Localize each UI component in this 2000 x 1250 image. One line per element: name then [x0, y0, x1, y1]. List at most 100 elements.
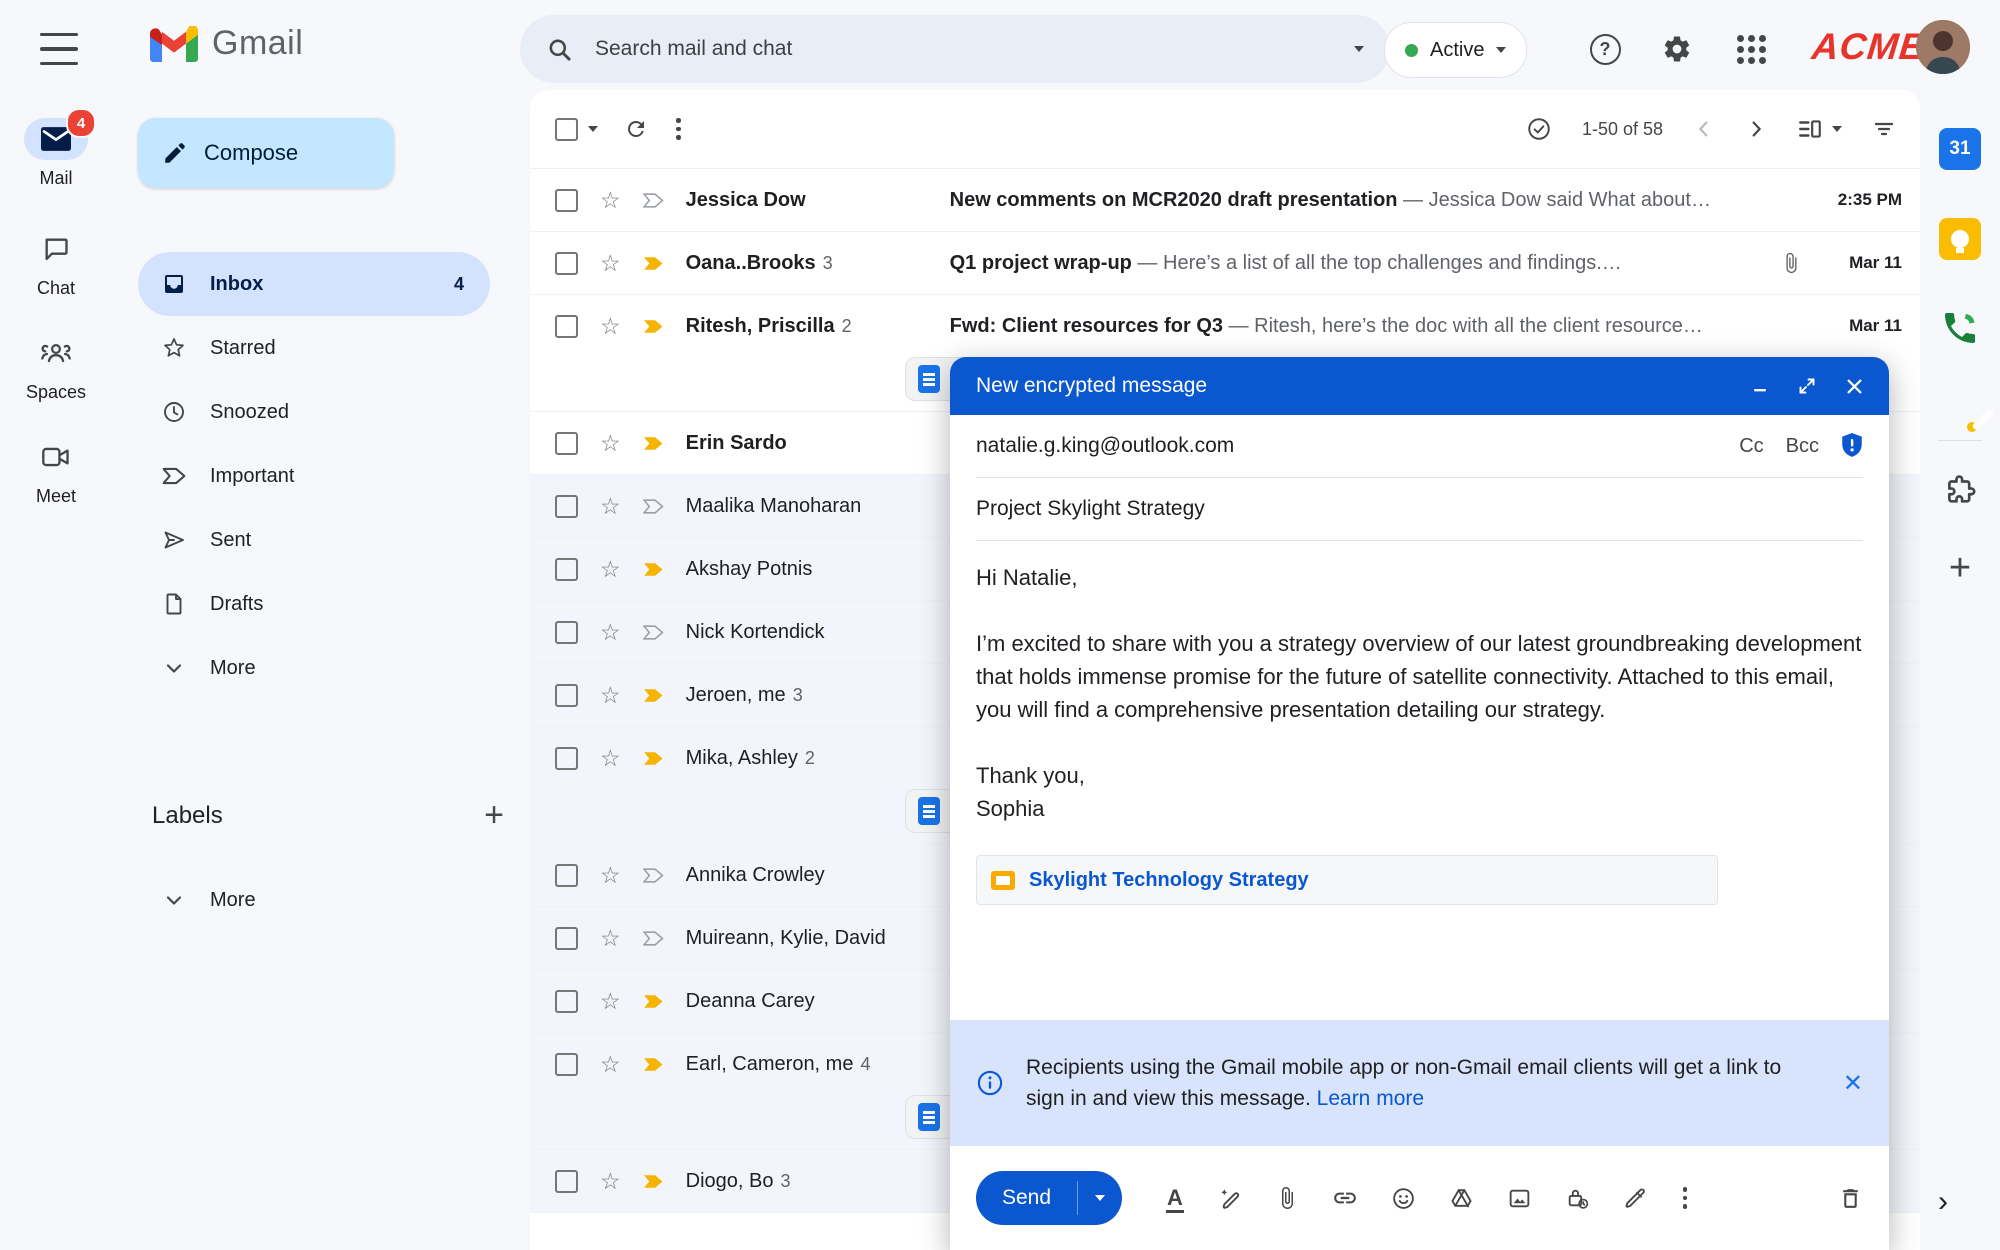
star-icon[interactable]: ☆	[600, 864, 621, 887]
importance-marker-icon[interactable]	[643, 319, 664, 334]
rail-item-spaces[interactable]: Spaces	[0, 332, 112, 403]
select-all-checkbox[interactable]	[555, 118, 578, 141]
refresh-icon[interactable]	[624, 117, 648, 141]
help-me-write-icon[interactable]	[1217, 1186, 1242, 1211]
add-panel-plus-icon[interactable]: +	[1949, 547, 1971, 590]
importance-marker-icon[interactable]	[643, 1174, 664, 1189]
row-checkbox[interactable]	[555, 432, 578, 455]
row-checkbox[interactable]	[555, 990, 578, 1013]
row-checkbox[interactable]	[555, 621, 578, 644]
star-icon[interactable]: ☆	[600, 558, 621, 581]
help-icon[interactable]: ?	[1588, 32, 1622, 66]
insert-link-icon[interactable]	[1332, 1185, 1358, 1211]
sidebar-item-starred[interactable]: Starred	[138, 316, 490, 380]
select-caret-icon[interactable]	[588, 126, 598, 132]
sidebar-item-more[interactable]: More	[138, 636, 490, 700]
star-icon[interactable]: ☆	[600, 990, 621, 1013]
rail-item-meet[interactable]: Meet	[0, 436, 112, 507]
more-options-icon[interactable]	[674, 116, 683, 142]
subject-field[interactable]: Project Skylight Strategy	[976, 497, 1863, 521]
learn-more-link[interactable]: Learn more	[1317, 1087, 1424, 1110]
importance-marker-icon[interactable]	[643, 256, 664, 271]
to-field[interactable]: natalie.g.king@outlook.com	[976, 434, 1739, 458]
filter-icon[interactable]	[1872, 117, 1896, 141]
star-icon[interactable]: ☆	[600, 927, 621, 950]
apps-grid-icon[interactable]	[1734, 32, 1768, 66]
row-checkbox[interactable]	[555, 315, 578, 338]
voice-icon[interactable]	[1940, 308, 1980, 348]
search-options-caret-icon[interactable]	[1354, 46, 1364, 52]
row-checkbox[interactable]	[555, 1053, 578, 1076]
email-row[interactable]: ☆ Jessica Dow New comments on MCR2020 dr…	[530, 169, 1920, 232]
row-checkbox[interactable]	[555, 495, 578, 518]
discard-draft-trash-icon[interactable]	[1838, 1186, 1863, 1211]
create-label-plus-icon[interactable]: +	[484, 796, 504, 835]
row-checkbox[interactable]	[555, 684, 578, 707]
compose-body[interactable]: Hi Natalie, I’m excited to share with yo…	[950, 541, 1889, 1020]
star-icon[interactable]: ☆	[600, 1170, 621, 1193]
star-icon[interactable]: ☆	[600, 189, 621, 212]
importance-marker-icon[interactable]	[643, 436, 664, 451]
split-pane-toggle[interactable]	[1797, 116, 1842, 142]
settings-gear-icon[interactable]	[1660, 32, 1694, 66]
open-in-full-icon[interactable]	[1798, 377, 1816, 395]
attach-file-icon[interactable]	[1275, 1186, 1299, 1210]
send-options-caret-icon[interactable]	[1078, 1171, 1122, 1225]
subject-row[interactable]: Project Skylight Strategy	[976, 478, 1863, 541]
cc-button[interactable]: Cc	[1739, 435, 1763, 458]
labels-more[interactable]: More	[138, 868, 490, 932]
star-icon[interactable]: ☆	[600, 495, 621, 518]
insert-photo-icon[interactable]	[1507, 1186, 1532, 1211]
insert-from-drive-icon[interactable]	[1449, 1186, 1474, 1211]
importance-marker-icon[interactable]	[643, 931, 664, 946]
close-icon[interactable]	[1846, 378, 1863, 395]
schedule-check-icon[interactable]	[1526, 116, 1552, 142]
importance-marker-icon[interactable]	[643, 994, 664, 1009]
hamburger-menu-icon[interactable]	[40, 30, 78, 68]
search-input[interactable]: Search mail and chat	[595, 37, 1332, 61]
rail-item-mail[interactable]: 4 Mail	[0, 118, 112, 189]
compose-header[interactable]: New encrypted message	[950, 357, 1889, 415]
importance-marker-icon[interactable]	[643, 193, 664, 208]
row-checkbox[interactable]	[555, 558, 578, 581]
importance-marker-icon[interactable]	[643, 751, 664, 766]
sidebar-item-sent[interactable]: Sent	[138, 508, 490, 572]
star-icon[interactable]: ☆	[600, 684, 621, 707]
compose-attachment-chip[interactable]: Skylight Technology Strategy	[976, 855, 1718, 905]
calendar-icon[interactable]: 31	[1939, 128, 1981, 170]
row-checkbox[interactable]	[555, 864, 578, 887]
star-icon[interactable]: ☆	[600, 621, 621, 644]
formatting-options-icon[interactable]: A	[1166, 1186, 1184, 1210]
row-checkbox[interactable]	[555, 927, 578, 950]
minimize-icon[interactable]	[1752, 378, 1768, 394]
row-checkbox[interactable]	[555, 747, 578, 770]
sidebar-item-drafts[interactable]: Drafts	[138, 572, 490, 636]
star-icon[interactable]: ☆	[600, 252, 621, 275]
sidebar-item-inbox[interactable]: Inbox 4	[138, 252, 490, 316]
confidential-mode-icon[interactable]	[1565, 1186, 1590, 1211]
send-button[interactable]: Send	[976, 1171, 1122, 1225]
row-checkbox[interactable]	[555, 1170, 578, 1193]
sidebar-item-snoozed[interactable]: Snoozed	[138, 380, 490, 444]
star-icon[interactable]: ☆	[600, 432, 621, 455]
row-checkbox[interactable]	[555, 252, 578, 275]
email-row[interactable]: ☆ Oana..Brooks3 Q1 project wrap-up — Her…	[530, 232, 1920, 295]
importance-marker-icon[interactable]	[643, 499, 664, 514]
status-selector[interactable]: Active	[1384, 22, 1527, 78]
search-bar[interactable]: Search mail and chat	[520, 15, 1390, 83]
keep-icon[interactable]	[1939, 218, 1981, 260]
rail-item-chat[interactable]: Chat	[0, 228, 112, 299]
sidebar-item-important[interactable]: Important	[138, 444, 490, 508]
importance-marker-icon[interactable]	[643, 868, 664, 883]
importance-marker-icon[interactable]	[643, 625, 664, 640]
banner-close-icon[interactable]: ✕	[1843, 1069, 1863, 1098]
row-checkbox[interactable]	[555, 189, 578, 212]
compose-more-options-icon[interactable]	[1681, 1185, 1690, 1211]
chevron-left-icon[interactable]	[1693, 118, 1715, 140]
importance-marker-icon[interactable]	[643, 688, 664, 703]
star-icon[interactable]: ☆	[600, 315, 621, 338]
star-icon[interactable]: ☆	[600, 1053, 621, 1076]
insert-emoji-icon[interactable]	[1391, 1186, 1416, 1211]
importance-marker-icon[interactable]	[643, 1057, 664, 1072]
star-icon[interactable]: ☆	[600, 747, 621, 770]
